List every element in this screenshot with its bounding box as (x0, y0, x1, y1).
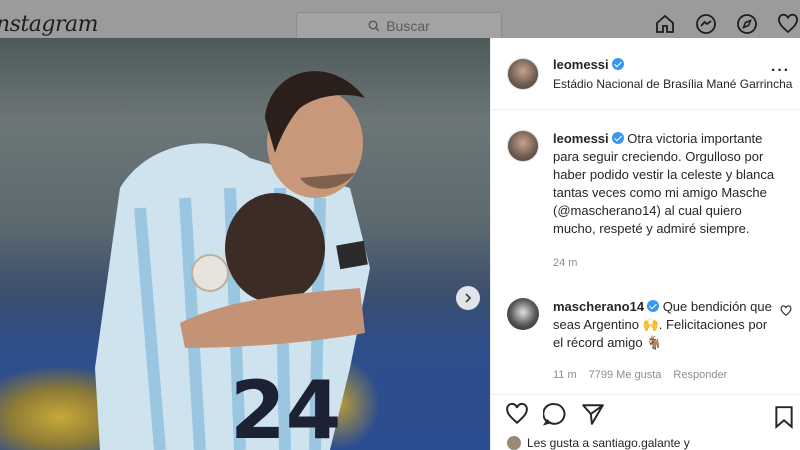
avatar (507, 436, 521, 450)
avatar[interactable] (507, 130, 539, 162)
verified-badge-icon (611, 132, 624, 144)
chevron-right-icon (465, 293, 472, 303)
likes-summary[interactable]: Les gusta a santiago.galante y (507, 436, 690, 450)
nav-icons (653, 12, 800, 36)
comment-item: mascherano14 Que bendición que seas Arge… (491, 272, 800, 384)
likes-summary-text: Les gusta a santiago.galante y (527, 436, 690, 450)
explore-icon[interactable] (735, 12, 759, 36)
post-location[interactable]: Estádio Nacional de Brasília Mané Garrin… (553, 77, 792, 91)
bookmark-icon[interactable] (773, 405, 795, 434)
avatar[interactable] (507, 57, 539, 90)
caption-timestamp[interactable]: 24 m (553, 254, 784, 272)
post-photo[interactable]: 24 (0, 38, 490, 450)
like-comment-icon[interactable] (780, 304, 792, 322)
reply-button[interactable]: Responder (673, 366, 727, 384)
instagram-logo[interactable]: nstagram (0, 12, 99, 37)
search-icon (368, 20, 380, 32)
players-embrace-image: 24 (95, 71, 370, 450)
search-placeholder: Buscar (386, 18, 430, 34)
like-icon[interactable] (505, 402, 529, 431)
post-side-panel: leomessi Estádio Nacional de Brasília Ma… (490, 38, 800, 450)
svg-text:24: 24 (230, 364, 341, 450)
comment-time[interactable]: 11 m (553, 366, 577, 384)
comment-likes[interactable]: 7799 Me gusta (589, 366, 662, 384)
heart-icon[interactable] (776, 12, 800, 36)
caption-username[interactable]: leomessi (553, 131, 609, 146)
post-caption: leomessi Otra victoria importante para s… (491, 110, 800, 272)
share-icon[interactable] (581, 402, 605, 431)
comment-icon[interactable] (542, 402, 567, 431)
verified-badge-icon (611, 58, 624, 70)
more-options-icon[interactable]: ··· (771, 62, 790, 80)
home-icon[interactable] (653, 12, 677, 36)
post-header: leomessi Estádio Nacional de Brasília Ma… (491, 38, 800, 110)
caption-text: Otra victoria importante para seguir cre… (553, 131, 775, 236)
search-input[interactable]: Buscar (296, 12, 502, 40)
verified-badge-icon (647, 300, 660, 312)
avatar[interactable] (507, 298, 539, 330)
post-modal: 24 leomessi Estádio Nacional de Brasília… (0, 38, 800, 450)
comment-username[interactable]: mascherano14 (553, 299, 644, 314)
post-actions (491, 394, 800, 438)
messenger-icon[interactable] (694, 12, 718, 36)
next-photo-button[interactable] (456, 286, 480, 310)
post-username[interactable]: leomessi (553, 57, 609, 72)
